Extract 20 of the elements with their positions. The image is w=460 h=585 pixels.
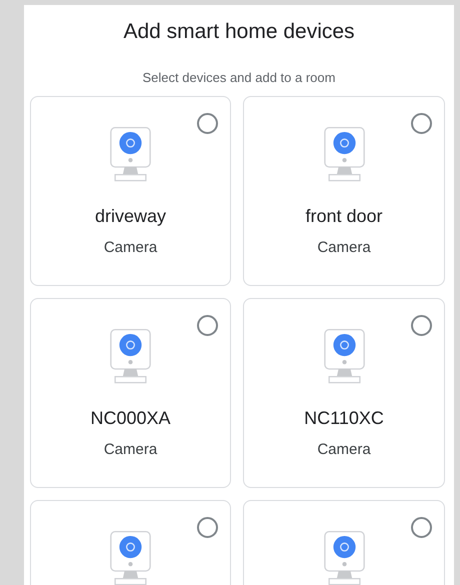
- device-card[interactable]: front door Camera: [243, 96, 445, 286]
- device-type: Camera: [104, 239, 158, 256]
- page-subtitle: Select devices and add to a room: [142, 70, 336, 87]
- device-name: driveway: [94, 206, 166, 227]
- select-radio[interactable]: [197, 517, 218, 538]
- device-card[interactable]: driveway Camera: [30, 96, 231, 286]
- device-type: Camera: [317, 239, 371, 256]
- device-name: NC110XC: [304, 408, 384, 429]
- device-card[interactable]: NC000XA Camera: [30, 298, 231, 488]
- page-title: Add smart home devices: [122, 19, 356, 45]
- device-card[interactable]: NC110XC Camera: [243, 298, 445, 488]
- device-name: NC000XA: [90, 408, 171, 429]
- select-radio[interactable]: [197, 315, 218, 336]
- device-type: Camera: [317, 441, 371, 458]
- device-name: front door: [305, 206, 383, 227]
- select-radio[interactable]: [411, 315, 432, 336]
- select-radio[interactable]: [411, 113, 432, 134]
- select-radio[interactable]: [197, 113, 218, 134]
- select-radio[interactable]: [411, 517, 432, 538]
- device-type: Camera: [104, 441, 158, 458]
